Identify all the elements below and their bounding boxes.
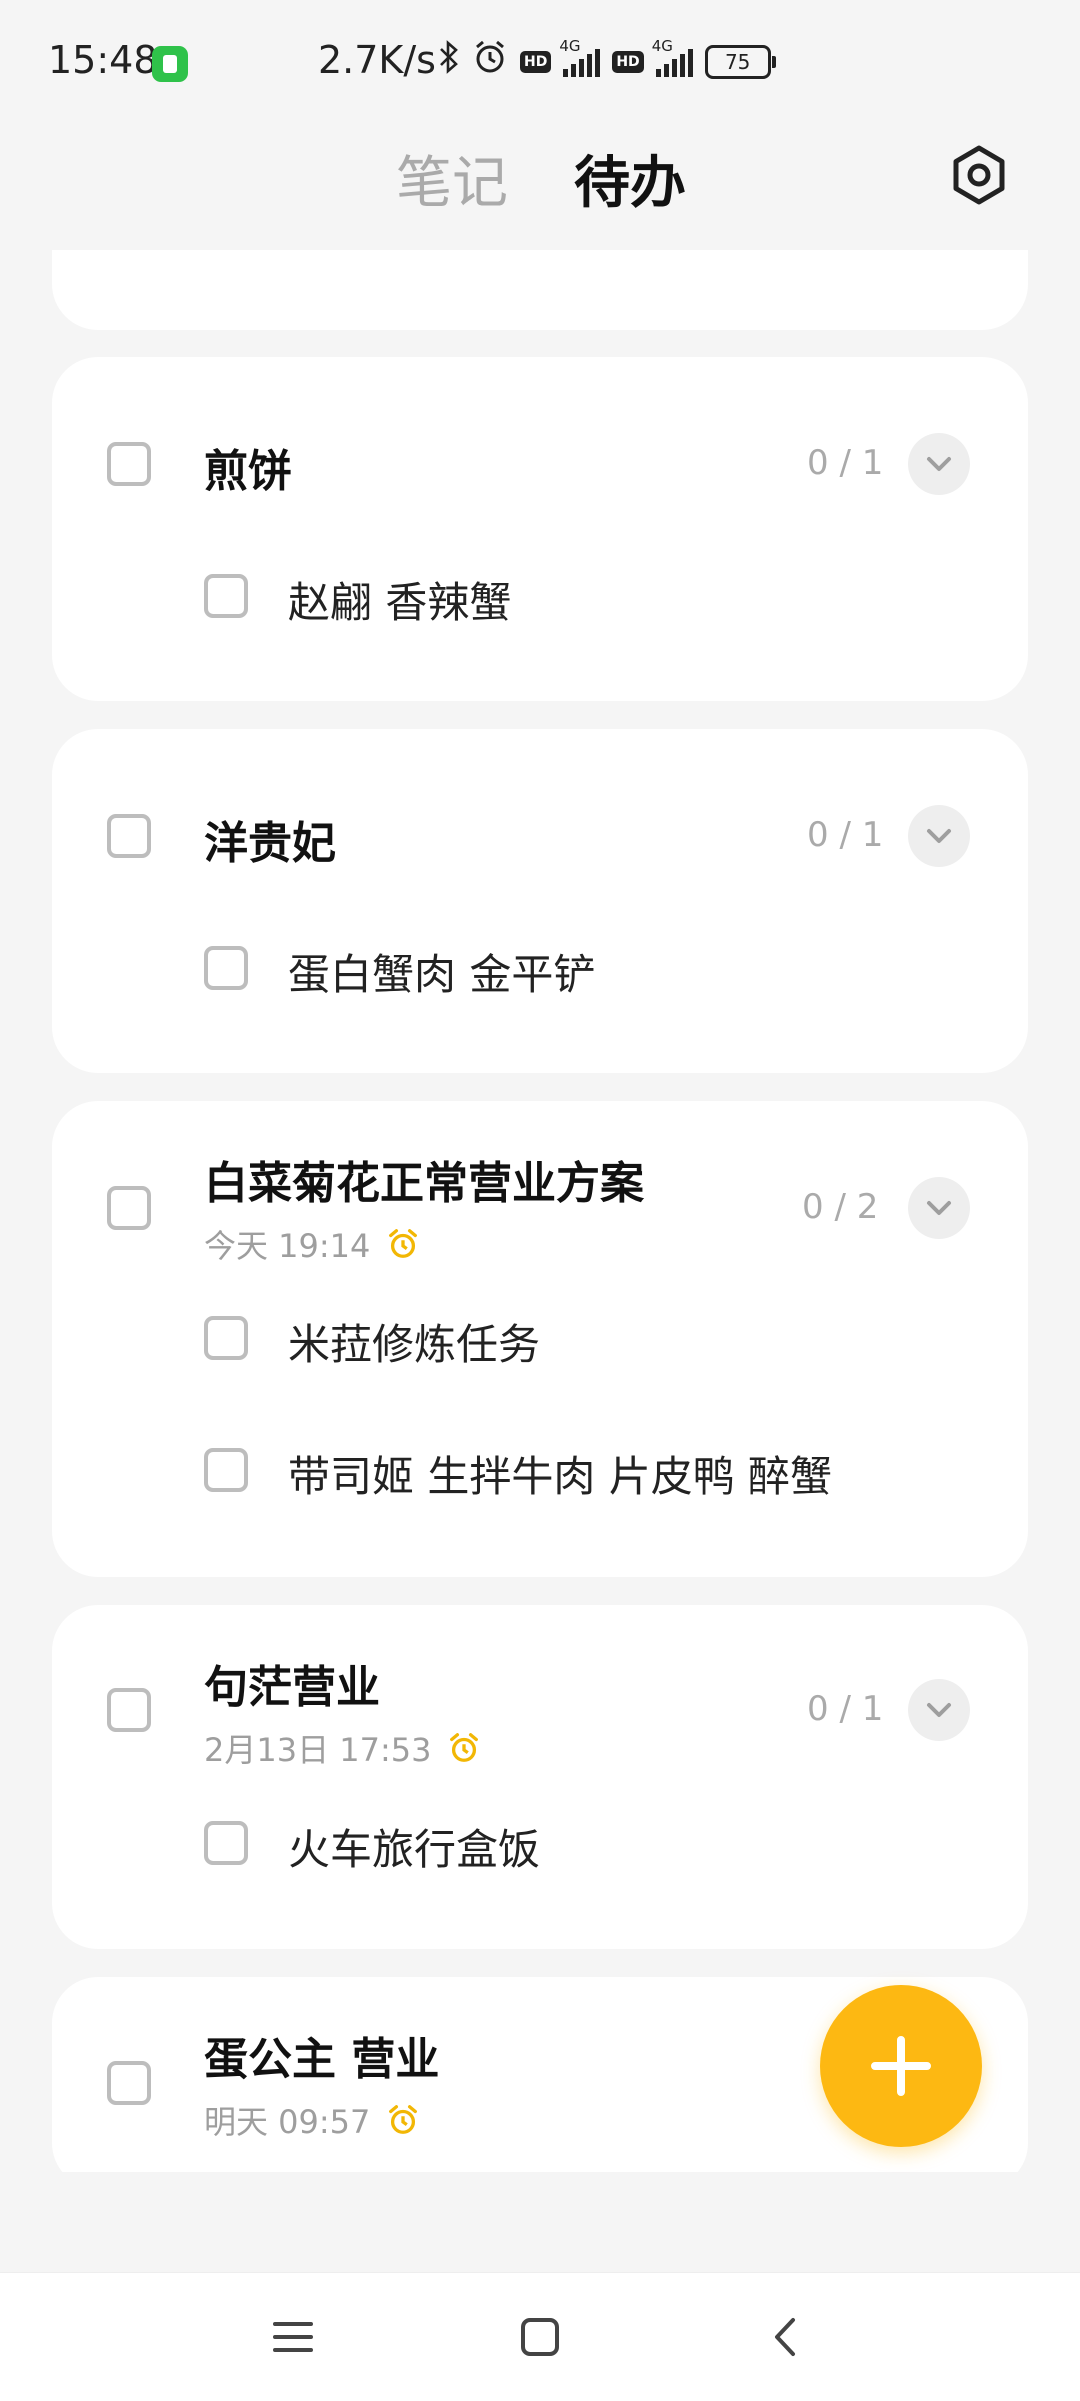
bluetooth-icon bbox=[438, 39, 460, 85]
alarm-icon bbox=[450, 1733, 479, 1762]
expand-chevron-icon[interactable] bbox=[908, 805, 970, 867]
menu-icon[interactable] bbox=[263, 2307, 323, 2367]
todo-title: 煎饼 bbox=[204, 446, 292, 497]
signal-icon-1: 4G bbox=[559, 37, 601, 77]
subtask-text: 赵翩 香辣蟹 bbox=[288, 578, 512, 627]
todo-checkbox[interactable] bbox=[107, 2061, 151, 2105]
reminder-text: 今天 19:14 bbox=[204, 1227, 371, 1265]
network-type-label-2: 4G bbox=[651, 37, 673, 55]
back-icon[interactable] bbox=[757, 2307, 817, 2367]
subtask-checkbox[interactable] bbox=[204, 1448, 248, 1492]
home-icon[interactable] bbox=[510, 2307, 570, 2367]
todo-checkbox[interactable] bbox=[107, 1688, 151, 1732]
todo-checkbox[interactable] bbox=[107, 814, 151, 858]
subtask-text: 带司姬 生拌牛肉 片皮鸭 醉蟹 bbox=[288, 1452, 833, 1501]
todo-title: 洋贵妃 bbox=[204, 818, 336, 869]
signal-icon-2: 4G bbox=[652, 37, 693, 77]
alarm-icon bbox=[389, 1229, 418, 1258]
expand-chevron-icon[interactable] bbox=[908, 1177, 970, 1239]
expand-chevron-icon[interactable] bbox=[908, 1679, 970, 1741]
add-todo-button[interactable] bbox=[820, 1985, 982, 2147]
subtask-text: 蛋白蟹肉 金平铲 bbox=[288, 950, 596, 999]
subtask-count: 0 / 1 bbox=[807, 815, 884, 855]
subtask-checkbox[interactable] bbox=[204, 574, 248, 618]
reminder-time: 明天 09:57 bbox=[204, 2097, 420, 2143]
battery-icon: 75 bbox=[704, 45, 776, 79]
todo-card[interactable]: 煎饼 0 / 1 赵翩 香辣蟹 bbox=[52, 357, 1028, 701]
network-speed: 2.7K/s bbox=[318, 38, 436, 82]
todo-list[interactable]: 煎饼 0 / 1 赵翩 香辣蟹 洋贵妃 0 / 1 蛋白蟹肉 金平铲 白菜菊花正… bbox=[0, 250, 1080, 2172]
todo-card[interactable]: 洋贵妃 0 / 1 蛋白蟹肉 金平铲 bbox=[52, 729, 1028, 1073]
reminder-text: 明天 09:57 bbox=[204, 2103, 371, 2141]
subtask-count: 0 / 1 bbox=[807, 1689, 884, 1729]
status-bar: 15:48 2.7K/s HD 4G HD 4G 75 bbox=[0, 0, 1080, 120]
subtask-count: 0 / 1 bbox=[807, 443, 884, 483]
hd-voice-icon-2: HD bbox=[612, 51, 644, 73]
todo-card[interactable]: 白菜菊花正常营业方案 今天 19:14 0 / 2 米菈修炼任务 带司姬 生拌牛… bbox=[52, 1101, 1028, 1577]
settings-icon[interactable] bbox=[946, 142, 1012, 208]
tab-todo[interactable]: 待办 bbox=[574, 138, 686, 219]
tab-notes[interactable]: 笔记 bbox=[396, 138, 508, 219]
alarm-clock-icon bbox=[472, 39, 508, 86]
app-notification-icon bbox=[152, 46, 188, 82]
status-icons: HD 4G HD 4G 75 bbox=[438, 37, 776, 86]
subtask-text: 米菈修炼任务 bbox=[288, 1320, 541, 1369]
subtask-text: 火车旅行盒饭 bbox=[288, 1825, 541, 1874]
reminder-time: 今天 19:14 bbox=[204, 1221, 420, 1267]
alarm-icon bbox=[389, 2105, 418, 2134]
todo-card[interactable]: 句茫营业 2月13日 17:53 0 / 1 火车旅行盒饭 bbox=[52, 1605, 1028, 1949]
todo-checkbox[interactable] bbox=[107, 442, 151, 486]
status-time: 15:48 bbox=[48, 38, 158, 82]
expand-chevron-icon[interactable] bbox=[908, 433, 970, 495]
system-nav-bar bbox=[0, 2272, 1080, 2401]
todo-title: 白菜菊花正常营业方案 bbox=[204, 1158, 644, 1209]
todo-checkbox[interactable] bbox=[107, 1186, 151, 1230]
subtask-count: 0 / 2 bbox=[802, 1187, 879, 1227]
subtask-checkbox[interactable] bbox=[204, 946, 248, 990]
reminder-text: 2月13日 17:53 bbox=[204, 1731, 432, 1769]
todo-title: 蛋公主 营业 bbox=[204, 2034, 440, 2085]
subtask-checkbox[interactable] bbox=[204, 1821, 248, 1865]
reminder-time: 2月13日 17:53 bbox=[204, 1725, 481, 1771]
todo-card-partial bbox=[52, 250, 1028, 330]
hd-voice-icon: HD bbox=[520, 51, 552, 73]
app-header: 笔记 待办 bbox=[0, 120, 1080, 250]
subtask-checkbox[interactable] bbox=[204, 1316, 248, 1360]
network-type-label: 4G bbox=[559, 37, 581, 55]
plus-icon bbox=[871, 2036, 931, 2096]
todo-title: 句茫营业 bbox=[204, 1662, 380, 1713]
